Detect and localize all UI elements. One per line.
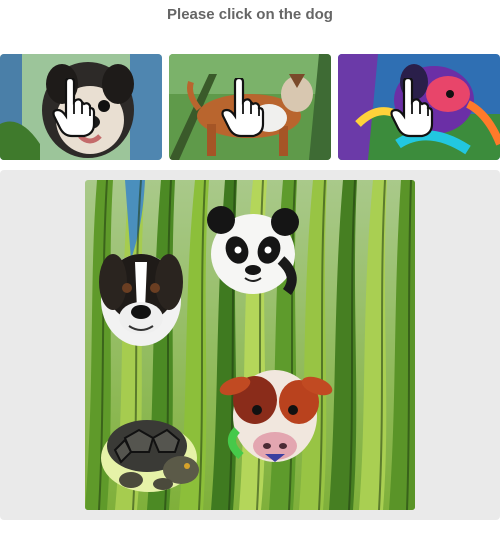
pointer-hand-icon: [221, 78, 265, 138]
prompt-text: Please click on the dog: [167, 6, 333, 23]
example-image-3: [338, 54, 500, 160]
example-image-2: [169, 54, 331, 160]
pointer-hand-icon: [52, 78, 96, 138]
footer-fragment-left: [4, 528, 44, 536]
footer-fragment-center: [240, 528, 270, 536]
pointer-hand-icon: [390, 78, 434, 138]
challenge-image[interactable]: [85, 180, 415, 510]
example-images-row: [0, 54, 500, 160]
example-image-1: [0, 54, 162, 160]
captcha-page: Please click on the dog: [0, 0, 500, 536]
